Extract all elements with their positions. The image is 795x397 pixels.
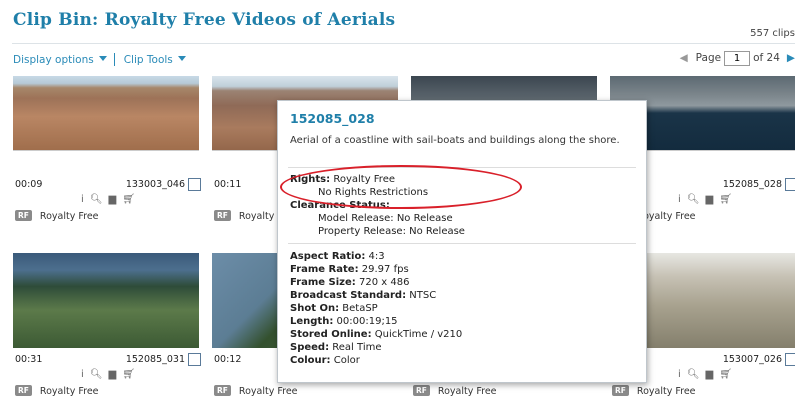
zoom-icon[interactable]: 🔍︎ [90,369,103,380]
stored-value: QuickTime / v210 [374,329,463,340]
add-to-bin-icon[interactable]: ▆ [109,369,117,380]
framesize-label: Frame Size: [290,277,356,288]
frame-size: Frame Size: 720 x 486 [290,277,409,288]
length-label: Length: [290,316,334,327]
add-to-bin-icon[interactable]: ▆ [706,194,714,205]
broadcast-value: NTSC [409,290,437,301]
length-value: 00:00:19;15 [336,316,398,327]
shoton-label: Shot On: [290,303,340,314]
page-total: of 24 [753,52,780,64]
speed-label: Speed: [290,342,330,353]
popup-clip-id[interactable]: 152085_028 [290,111,375,126]
aspect-value: 4:3 [368,251,385,262]
popup-description: Aerial of a coastline with sail-boats an… [290,135,620,146]
cart-icon[interactable]: 🛒︎ [122,194,135,205]
rf-badge: RF [214,385,231,396]
framerate-label: Frame Rate: [290,264,359,275]
license-text: Royalty Free [636,386,696,397]
rf-badge: RF [15,210,32,221]
zoom-icon[interactable]: 🔍︎ [90,194,103,205]
speed-value: Real Time [332,342,382,353]
select-checkbox[interactable] [188,353,201,366]
license-text: Royalty Free [238,386,298,397]
speed: Speed: Real Time [290,342,382,353]
license-label: RF Royalty Free [612,385,696,397]
colour: Colour: Color [290,355,360,366]
shoton-value: BetaSP [342,303,378,314]
license-label: RF Royalty Free [214,385,298,397]
colour-value: Color [333,355,360,366]
select-checkbox[interactable] [188,178,201,191]
rf-badge: RF [15,385,32,396]
select-checkbox[interactable] [785,353,795,366]
stored-label: Stored Online: [290,329,372,340]
cart-icon[interactable]: 🛒︎ [122,369,135,380]
clip-id: 152085_031 [125,354,185,365]
clip-tools-menu[interactable]: Clip Tools [124,54,186,66]
clip-duration: 00:11 [214,179,242,190]
frame-rate: Frame Rate: 29.97 fps [290,264,409,275]
clip-duration: 00:09 [15,179,43,190]
zoom-icon[interactable]: 🔍︎ [687,369,700,380]
zoom-icon[interactable]: 🔍︎ [687,194,700,205]
page-label: Page [695,52,722,64]
cart-icon[interactable]: 🛒︎ [719,369,732,380]
pagination: ◀ Page of 24 ▶ [680,51,795,66]
page-title: Clip Bin: Royalty Free Videos of Aerials [13,10,396,30]
info-icon[interactable]: i [81,369,84,380]
page-number-input[interactable] [724,51,751,66]
rf-badge: RF [214,210,231,221]
framerate-value: 29.97 fps [361,264,409,275]
framesize-value: 720 x 486 [358,277,410,288]
license-label: RF Royalty Free [15,385,99,397]
clip-actions: i 🔍︎ ▆ 🛒︎ [13,369,203,380]
stored-online: Stored Online: QuickTime / v210 [290,329,462,340]
info-icon[interactable]: i [678,194,681,205]
prev-page-icon[interactable]: ◀ [680,52,688,64]
cart-icon[interactable]: 🛒︎ [719,194,732,205]
aspect-label: Aspect Ratio: [290,251,366,262]
display-options-label: Display options [13,54,94,66]
model-release: Model Release: No Release [318,213,453,224]
clip-tools-label: Clip Tools [123,54,173,66]
popup-divider [288,243,636,244]
clip-actions: i 🔍︎ ▆ 🛒︎ [13,194,203,205]
dropdown-arrow-icon [98,56,107,61]
license-text: Royalty Free [437,386,497,397]
clip-count: 557 clips [750,28,795,39]
add-to-bin-icon[interactable]: ▆ [706,369,714,380]
broadcast-label: Broadcast Standard: [290,290,407,301]
clip-thumbnail[interactable] [13,76,199,151]
next-page-icon[interactable]: ▶ [787,52,795,64]
display-options-menu[interactable]: Display options [13,54,107,66]
highlight-oval [280,165,522,209]
clip-duration: 00:31 [15,354,43,365]
toolbar-separator [113,53,115,66]
license-label: RF Royalty Free [413,385,497,397]
info-icon[interactable]: i [81,194,84,205]
aspect-ratio: Aspect Ratio: 4:3 [290,251,385,262]
clip-id: 153007_026 [722,354,782,365]
clip-id: 152085_028 [722,179,782,190]
dropdown-arrow-icon [177,56,186,61]
clip-duration: 00:12 [214,354,242,365]
add-to-bin-icon[interactable]: ▆ [109,194,117,205]
license-label: RF Royalty Free [15,210,99,222]
license-text: Royalty Free [39,386,99,397]
info-icon[interactable]: i [678,369,681,380]
clip-id: 133003_046 [125,179,185,190]
broadcast-standard: Broadcast Standard: NTSC [290,290,436,301]
rf-badge: RF [612,385,629,396]
colour-label: Colour: [290,355,331,366]
toolbar: Display options Clip Tools [13,53,186,66]
shot-on: Shot On: BetaSP [290,303,378,314]
rf-badge: RF [413,385,430,396]
clip-info-popup: 152085_028 Aerial of a coastline with sa… [277,100,647,383]
length: Length: 00:00:19;15 [290,316,398,327]
select-checkbox[interactable] [785,178,795,191]
header-divider [12,43,795,44]
property-release: Property Release: No Release [318,226,465,237]
license-text: Royalty Free [39,211,99,222]
clip-thumbnail[interactable] [13,253,199,348]
